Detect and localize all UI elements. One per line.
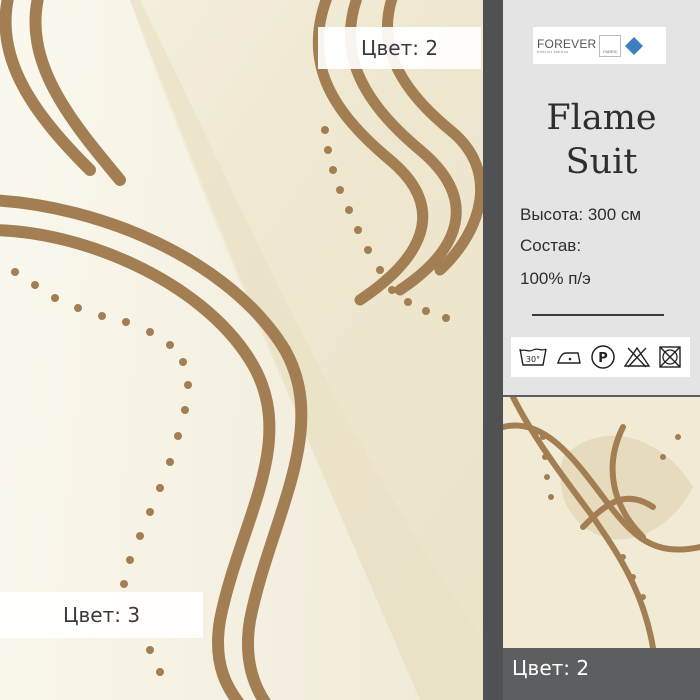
no-tumble-dry-icon (657, 345, 683, 369)
height-spec: Высота: 300 см (520, 205, 642, 224)
wash-30-icon: 30° (518, 345, 548, 369)
brand-diamond-icon (624, 36, 644, 56)
brand-logo: FOREVER interior fabrics FABRIC (533, 27, 666, 64)
divider (532, 314, 664, 316)
composition-label: Состав: (520, 236, 582, 255)
fabric-logo: FABRIC (599, 34, 622, 57)
color-label-top: Цвет: 2 (318, 27, 481, 69)
iron-low-icon (554, 345, 584, 369)
dry-clean-text: P (599, 351, 609, 366)
panel-edge (483, 0, 503, 700)
title-line-1: Flame (546, 98, 657, 138)
composition-value: 100% п/э (520, 269, 591, 288)
detail-fabric-photo (503, 397, 700, 648)
product-title: Flame Suit (503, 96, 700, 184)
dry-clean-p-icon: P (590, 344, 616, 370)
care-icons: 30° P (511, 337, 690, 377)
color-label-bottom-right: Цвет: 2 (512, 656, 590, 680)
color-label-bottom-left: Цвет: 3 (0, 592, 203, 638)
wash-temp-text: 30° (526, 355, 540, 364)
no-bleach-icon (623, 345, 651, 369)
title-line-2: Suit (565, 142, 638, 182)
